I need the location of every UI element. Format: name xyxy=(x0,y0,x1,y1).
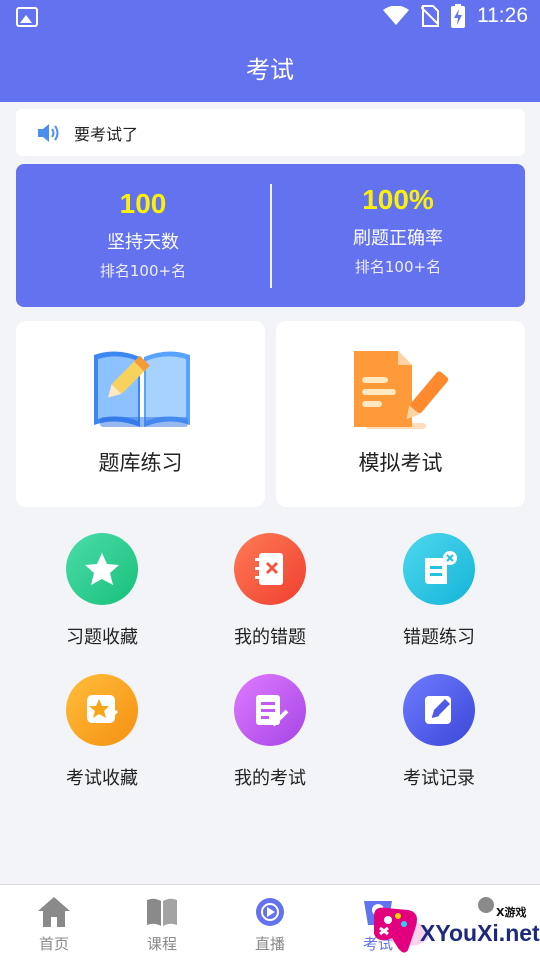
stat-value: 100 xyxy=(119,188,167,219)
tool-label: 错题练习 xyxy=(403,627,475,648)
gallery-icon xyxy=(16,7,38,27)
tool-label: 考试收藏 xyxy=(66,768,138,789)
stat-label: 刷题正确率 xyxy=(353,228,443,249)
app-header: 11:26 考试 xyxy=(0,0,540,102)
edit-record-icon xyxy=(403,674,475,746)
speaker-icon xyxy=(38,123,59,142)
tab-label: 首页 xyxy=(38,935,69,953)
watermark-text: XYouXi.net xyxy=(420,920,540,946)
book-pencil-icon xyxy=(94,351,190,427)
exam-favorites-button[interactable]: 考试收藏 xyxy=(22,674,182,794)
tool-label: 我的考试 xyxy=(234,768,306,789)
notice-bar[interactable]: 要考试了 xyxy=(16,109,525,156)
battery-charging-icon xyxy=(451,4,465,28)
book-icon xyxy=(147,898,177,926)
watermark-logo: X游戏 XYouXi.net xyxy=(368,896,540,960)
tab-label: 课程 xyxy=(146,935,177,953)
tool-label: 习题收藏 xyxy=(66,627,138,648)
stat-label: 坚持天数 xyxy=(107,232,179,253)
stat-value: 100% xyxy=(362,184,434,215)
stats-panel: 100 坚持天数 排名100+名 100% 刷题正确率 排名100+名 xyxy=(16,164,525,307)
status-bar: 11:26 xyxy=(0,0,540,36)
star-note-icon xyxy=(66,674,138,746)
document-pen-icon xyxy=(354,351,449,429)
stat-accuracy: 100% 刷题正确率 排名100+名 xyxy=(271,164,525,307)
card-label: 题库练习 xyxy=(98,451,183,475)
tool-label: 考试记录 xyxy=(403,768,475,789)
star-icon xyxy=(66,533,138,605)
watermark-small-text: X游戏 xyxy=(496,906,527,919)
live-icon xyxy=(256,898,284,926)
wrong-question-practice-button[interactable]: 错题练习 xyxy=(359,533,519,653)
no-sim-icon xyxy=(421,5,439,27)
notice-text: 要考试了 xyxy=(74,124,139,144)
tool-label: 我的错题 xyxy=(234,627,306,648)
status-time: 11:26 xyxy=(477,4,528,27)
card-label: 模拟考试 xyxy=(358,451,443,475)
stat-rank: 排名100+名 xyxy=(354,258,442,276)
tab-live[interactable]: 直播 xyxy=(216,885,324,960)
notebook-x-icon xyxy=(234,533,306,605)
my-exams-button[interactable]: 我的考试 xyxy=(190,674,350,794)
tab-label: 直播 xyxy=(254,935,285,953)
page-title: 考试 xyxy=(246,56,294,84)
question-bank-card[interactable]: 题库练习 xyxy=(16,321,265,507)
wifi-icon xyxy=(383,6,409,25)
tab-courses[interactable]: 课程 xyxy=(108,885,216,960)
my-wrong-questions-button[interactable]: 我的错题 xyxy=(190,533,350,653)
exam-records-button[interactable]: 考试记录 xyxy=(359,674,519,794)
home-icon xyxy=(38,897,70,927)
stat-streak-days: 100 坚持天数 排名100+名 xyxy=(16,164,270,307)
tab-home[interactable]: 首页 xyxy=(0,885,108,960)
gamepad-logo-icon xyxy=(374,907,428,953)
scroll-x-icon xyxy=(403,533,475,605)
favorites-exercises-button[interactable]: 习题收藏 xyxy=(22,533,182,653)
document-edit-icon xyxy=(234,674,306,746)
mock-exam-card[interactable]: 模拟考试 xyxy=(276,321,525,507)
stat-rank: 排名100+名 xyxy=(99,262,187,280)
